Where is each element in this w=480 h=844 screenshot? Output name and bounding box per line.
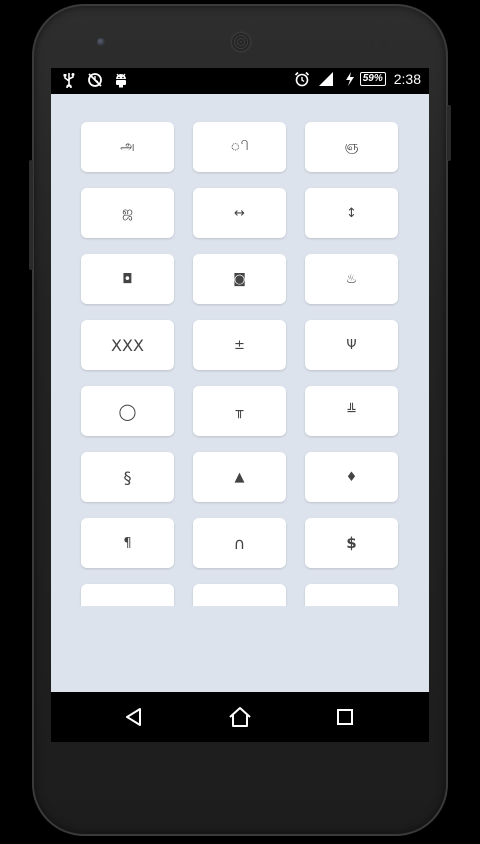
back-button[interactable] bbox=[121, 704, 147, 730]
symbol-key[interactable]: ◯ bbox=[81, 386, 174, 436]
symbol-key[interactable]: ▲ bbox=[193, 452, 286, 502]
battery-level: 59% bbox=[359, 72, 386, 86]
android-debug-icon bbox=[113, 72, 129, 88]
battery-indicator: 59% bbox=[342, 71, 386, 87]
no-sync-icon bbox=[87, 72, 103, 88]
status-bar-notifications bbox=[61, 72, 129, 88]
charging-icon bbox=[342, 71, 358, 87]
symbol-key[interactable]: ¶ bbox=[81, 518, 174, 568]
earpiece-speaker bbox=[231, 32, 251, 52]
recent-apps-icon bbox=[337, 709, 353, 725]
screen: 59% 2:38 அ ி ஞ ஜ ↔ ↕ ◘ ◙ ♨ XXX ± Ψ ◯ ╥ ╩ bbox=[51, 68, 429, 742]
symbol-key[interactable]: ∩ bbox=[193, 518, 286, 568]
symbol-key[interactable]: ♨ bbox=[305, 254, 398, 304]
symbol-key[interactable] bbox=[305, 584, 398, 606]
status-bar: 59% 2:38 bbox=[51, 68, 429, 94]
symbol-grid-viewport[interactable]: அ ி ஞ ஜ ↔ ↕ ◘ ◙ ♨ XXX ± Ψ ◯ ╥ ╩ § ▲ ♦ ¶ … bbox=[51, 94, 429, 606]
symbol-key[interactable]: ஜ bbox=[81, 188, 174, 238]
home-button[interactable] bbox=[227, 704, 253, 730]
status-clock: 2:38 bbox=[393, 71, 421, 87]
symbol-key[interactable]: ± bbox=[193, 320, 286, 370]
symbol-key[interactable]: § bbox=[81, 452, 174, 502]
symbol-key[interactable]: ╥ bbox=[193, 386, 286, 436]
symbol-key[interactable]: ╩ bbox=[305, 386, 398, 436]
symbol-grid: அ ி ஞ ஜ ↔ ↕ ◘ ◙ ♨ XXX ± Ψ ◯ ╥ ╩ § ▲ ♦ ¶ … bbox=[81, 122, 398, 606]
symbol-key[interactable]: XXX bbox=[81, 320, 174, 370]
symbol-key[interactable]: ↔ bbox=[193, 188, 286, 238]
symbol-key[interactable] bbox=[193, 584, 286, 606]
usb-icon bbox=[61, 72, 77, 88]
symbol-key[interactable]: ி bbox=[193, 122, 286, 172]
volume-button bbox=[29, 160, 33, 270]
recent-apps-button[interactable] bbox=[332, 704, 358, 730]
alarm-icon bbox=[294, 71, 310, 87]
power-button bbox=[447, 105, 451, 161]
navigation-bar bbox=[51, 692, 429, 742]
symbol-key[interactable]: Ψ bbox=[305, 320, 398, 370]
signal-icon bbox=[318, 71, 334, 87]
status-bar-system: 59% 2:38 bbox=[294, 71, 421, 87]
back-icon bbox=[126, 708, 141, 726]
symbol-key[interactable]: ♦ bbox=[305, 452, 398, 502]
symbol-keyboard-app: அ ி ஞ ஜ ↔ ↕ ◘ ◙ ♨ XXX ± Ψ ◯ ╥ ╩ § ▲ ♦ ¶ … bbox=[51, 94, 429, 692]
proximity-sensor bbox=[369, 40, 374, 45]
symbol-key[interactable]: ↕ bbox=[305, 188, 398, 238]
light-sensor bbox=[382, 40, 387, 45]
symbol-key[interactable]: ◘ bbox=[81, 254, 174, 304]
symbol-key[interactable]: ஞ bbox=[305, 122, 398, 172]
symbol-key[interactable]: ◙ bbox=[193, 254, 286, 304]
symbol-key[interactable] bbox=[81, 584, 174, 606]
home-icon bbox=[229, 707, 251, 727]
symbol-key[interactable]: அ bbox=[81, 122, 174, 172]
front-camera bbox=[97, 38, 105, 46]
symbol-key[interactable]: $ bbox=[305, 518, 398, 568]
